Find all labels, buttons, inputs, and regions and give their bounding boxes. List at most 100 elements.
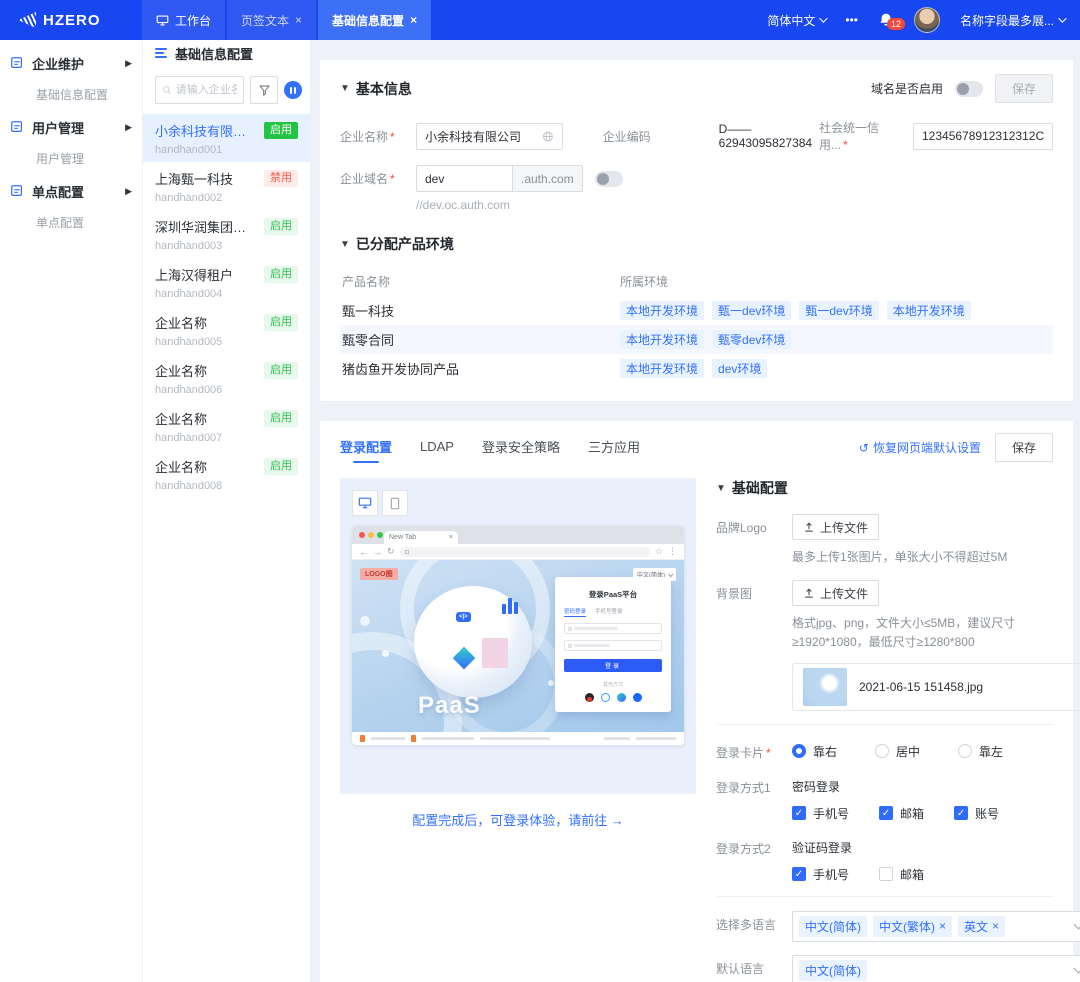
file-thumbnail[interactable]	[803, 668, 847, 706]
collapse-panel-button[interactable]	[284, 81, 302, 99]
avatar[interactable]	[914, 7, 940, 33]
radio-option[interactable]: 居中	[875, 743, 920, 760]
remove-tag-icon[interactable]: ×	[992, 919, 999, 933]
status-badge: 禁用	[264, 170, 298, 187]
desktop-preview-button[interactable]	[352, 490, 378, 516]
experience-link[interactable]: 配置完成后，可登录体验，请前往 →	[340, 810, 696, 829]
env-tag: 甄一dev环境	[712, 301, 791, 320]
list-panel-header: 基础信息配置	[143, 40, 310, 66]
status-badge: 启用	[264, 122, 298, 139]
language-tag: 中文(繁体)×	[873, 916, 952, 937]
upload-background-button[interactable]: 上传文件	[792, 580, 879, 606]
domain-field[interactable]	[416, 165, 512, 192]
credit-code-input[interactable]	[922, 129, 1044, 143]
company-list-item[interactable]: 企业名称 启用 handhand007	[143, 402, 310, 450]
collapse-caret-icon[interactable]: ▼	[340, 239, 350, 250]
company-list-item[interactable]: 深圳华润集团股份有... 启用 handhand003	[143, 210, 310, 258]
checkbox-option[interactable]: ✓账号	[954, 805, 999, 822]
login-tab-3[interactable]: 三方应用	[588, 437, 640, 458]
env-table-header: 产品名称 所属环境	[340, 266, 1053, 296]
company-name-field[interactable]	[416, 123, 563, 150]
notification-bell[interactable]: 12	[878, 12, 894, 28]
domain-enable-label: 域名是否启用	[871, 80, 943, 97]
chevron-down-icon	[820, 14, 828, 22]
env-tag: 本地开发环境	[620, 301, 704, 320]
filter-button[interactable]	[250, 76, 278, 104]
chevron-right-icon: ▶	[125, 186, 132, 197]
credit-code-field[interactable]	[913, 123, 1053, 150]
tab-basic-info-config[interactable]: 基础信息配置 ×	[318, 0, 431, 40]
mobile-preview-button[interactable]	[382, 490, 408, 516]
company-list-panel: 基础信息配置 小余科技有限公司 启用 handhand001 上海甄一科技 禁用…	[142, 40, 310, 982]
checkbox-option[interactable]: ✓手机号	[792, 866, 849, 883]
more-menu[interactable]: •••	[845, 13, 858, 27]
sidebar-group-2[interactable]: 单点配置▶	[0, 174, 142, 208]
top-bar: HZERO 工作台 页签文本 × 基础信息配置 × 简体中文 ••• 12 名称…	[0, 0, 1080, 40]
status-badge: 启用	[264, 410, 298, 427]
mode-title: 密码登录	[792, 774, 1053, 795]
collapse-caret-icon[interactable]: ▼	[340, 83, 350, 94]
company-code-value: D——62943095827384	[719, 122, 819, 150]
sidebar-subitem[interactable]: 单点配置	[0, 208, 142, 238]
domain-suffix: .auth.com	[512, 165, 583, 192]
restore-default-link[interactable]: ↺恢复网页端默认设置	[859, 439, 981, 456]
login-tab-0[interactable]: 登录配置	[340, 437, 392, 458]
lock-icon	[405, 550, 409, 554]
doc-icon	[10, 120, 24, 134]
chevron-right-icon: ▶	[125, 122, 132, 133]
save-button[interactable]: 保存	[995, 433, 1053, 462]
search-box[interactable]	[155, 76, 244, 104]
checkbox-option[interactable]: ✓手机号	[792, 805, 849, 822]
multilang-select[interactable]: 中文(简体)中文(繁体)×英文×	[792, 911, 1080, 942]
radio-option[interactable]: 靠左	[958, 743, 1003, 760]
default-language-select[interactable]: 中文(简体)	[792, 955, 1080, 982]
page-title: 基础信息配置	[175, 44, 253, 63]
column-header: 产品名称	[340, 273, 620, 290]
company-list-item[interactable]: 上海汉得租户 启用 handhand004	[143, 258, 310, 306]
env-tag: 甄零dev环境	[712, 330, 791, 349]
domain-enable-toggle[interactable]	[955, 81, 983, 97]
checkbox-option[interactable]: ✓邮箱	[879, 805, 924, 822]
browser-tab-title: New Tab	[389, 534, 416, 541]
field-label: 默认语言	[716, 955, 792, 982]
company-name-input[interactable]	[425, 129, 542, 143]
column-header: 所属环境	[620, 273, 668, 290]
company-list-item[interactable]: 上海甄一科技 禁用 handhand002	[143, 162, 310, 210]
company-list-item[interactable]: 企业名称 启用 handhand006	[143, 354, 310, 402]
sidebar-subitem[interactable]: 基础信息配置	[0, 80, 142, 110]
logo-icon	[18, 12, 36, 28]
user-menu[interactable]: 名称字段最多展...	[960, 12, 1064, 29]
field-label: 品牌Logo	[716, 514, 792, 567]
domain-input[interactable]	[425, 172, 504, 186]
search-icon	[162, 84, 172, 96]
company-list-item[interactable]: 企业名称 启用 handhand005	[143, 306, 310, 354]
sidebar-subitem[interactable]: 用户管理	[0, 144, 142, 174]
tab-page-text[interactable]: 页签文本 ×	[227, 0, 316, 40]
company-list-item[interactable]: 小余科技有限公司 启用 handhand001	[143, 114, 310, 162]
company-list-item[interactable]: 企业名称 启用 handhand008	[143, 450, 310, 498]
remove-tag-icon[interactable]: ×	[939, 919, 946, 933]
domain-toggle[interactable]	[595, 171, 623, 187]
upload-logo-button[interactable]: 上传文件	[792, 514, 879, 540]
upload-icon	[803, 521, 815, 533]
preview-login-card: 登录PaaS平台 密码登录 手机号登录 登录 其他方式	[555, 577, 671, 712]
menu-icon[interactable]	[155, 48, 167, 58]
radio-icon	[875, 744, 889, 758]
login-tab-1[interactable]: LDAP	[420, 439, 454, 456]
search-input[interactable]	[176, 84, 237, 96]
tab-workbench[interactable]: 工作台	[142, 0, 225, 40]
checkbox-icon: ✓	[792, 867, 806, 881]
save-button[interactable]: 保存	[995, 74, 1053, 103]
collapse-caret-icon[interactable]: ▼	[716, 483, 726, 494]
sidebar-group-0[interactable]: 企业维护▶	[0, 46, 142, 80]
sidebar-group-1[interactable]: 用户管理▶	[0, 110, 142, 144]
radio-option[interactable]: 靠右	[792, 743, 837, 760]
language-switcher[interactable]: 简体中文	[767, 12, 825, 29]
close-icon[interactable]: ×	[410, 13, 417, 27]
checkbox-option[interactable]: 邮箱	[879, 866, 924, 883]
close-icon[interactable]: ×	[295, 13, 302, 27]
globe-icon[interactable]	[542, 130, 554, 143]
login-tab-2[interactable]: 登录安全策略	[482, 437, 560, 458]
address-bar	[400, 547, 650, 557]
app-logo[interactable]: HZERO	[0, 0, 142, 40]
